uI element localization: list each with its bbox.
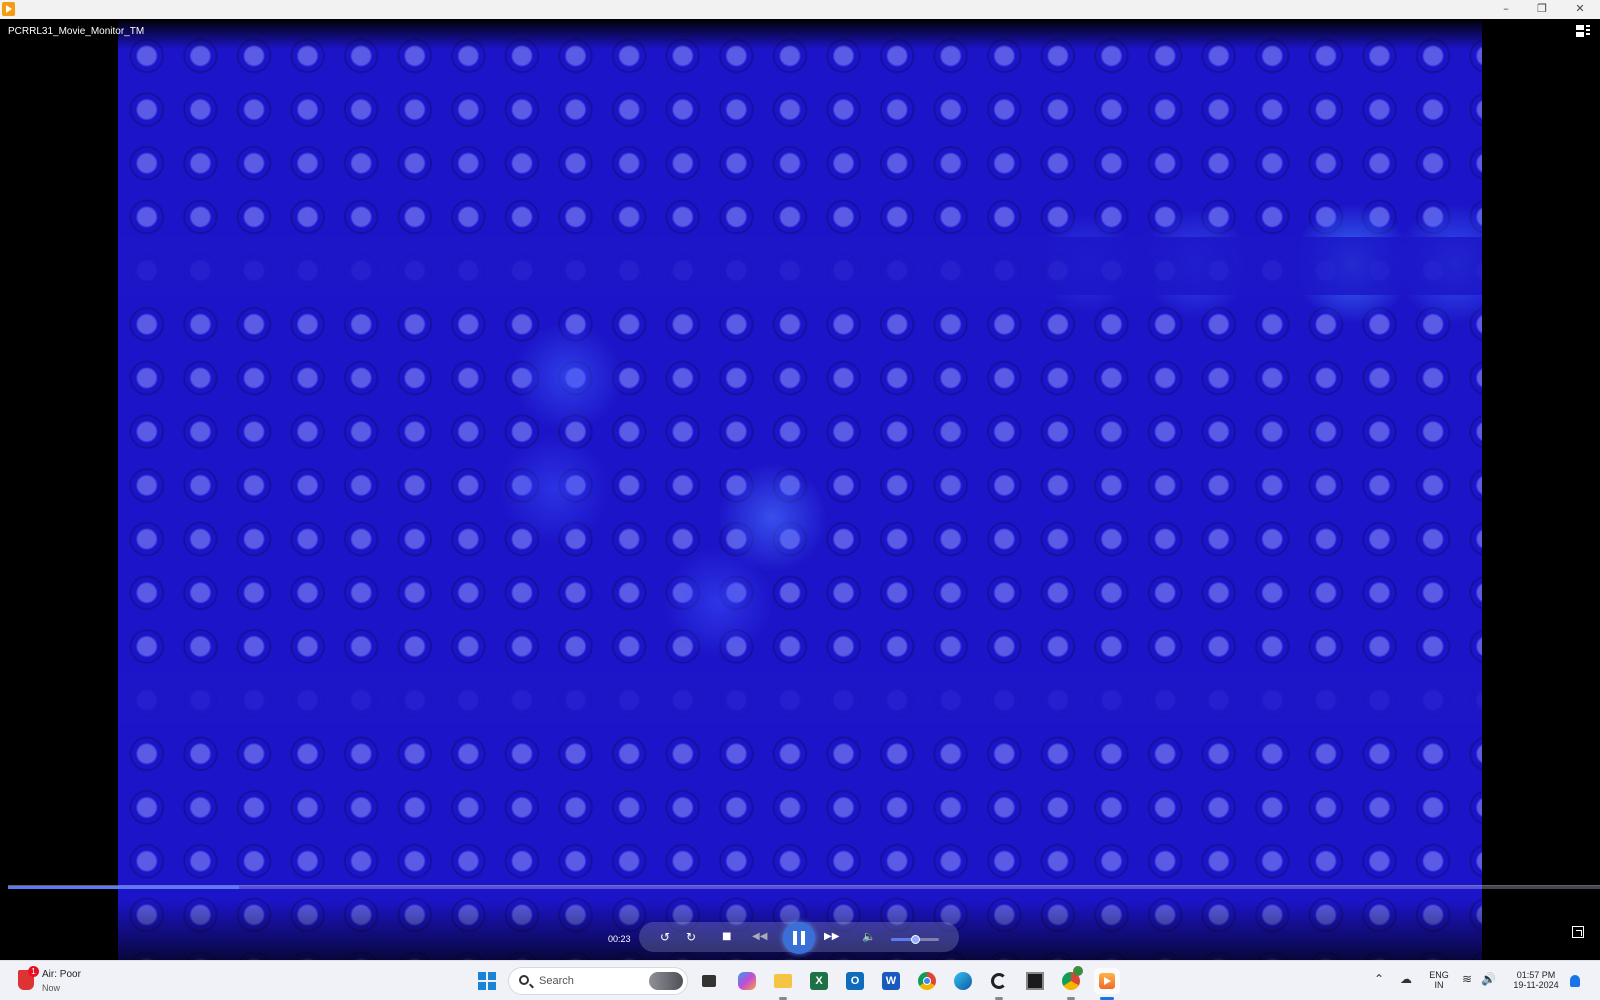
chrome-icon[interactable] bbox=[914, 968, 940, 994]
copilot-icon[interactable] bbox=[734, 968, 760, 994]
media-player-app-icon bbox=[2, 2, 15, 16]
search-icon bbox=[519, 975, 529, 985]
outlook-icon[interactable]: O bbox=[842, 968, 868, 994]
minimize-button[interactable]: – bbox=[1488, 0, 1524, 19]
terminal-icon[interactable] bbox=[1022, 968, 1048, 994]
chevron-up-icon[interactable]: ⌃ bbox=[1374, 972, 1384, 986]
search-placeholder: Search bbox=[539, 975, 574, 987]
speaker-icon[interactable]: 🔊 bbox=[1481, 972, 1496, 986]
video-frame[interactable] bbox=[118, 19, 1482, 960]
current-time: 00:23 bbox=[608, 934, 631, 944]
clock-date: 19-11-2024 bbox=[1513, 980, 1559, 990]
excel-icon[interactable]: X bbox=[806, 968, 832, 994]
seek-bar[interactable] bbox=[8, 885, 1600, 889]
language-indicator[interactable]: ENG IN bbox=[1424, 970, 1454, 990]
skip-back-10-icon[interactable]: ↺ bbox=[660, 930, 670, 944]
media-player-icon[interactable] bbox=[1094, 968, 1120, 1000]
taskbar-search[interactable]: Search bbox=[508, 967, 688, 995]
weather-title[interactable]: Air: Poor bbox=[42, 969, 81, 980]
skip-forward-30-icon[interactable]: ↻ bbox=[686, 930, 696, 944]
previous-track-icon[interactable]: ◀◀ bbox=[752, 931, 767, 942]
close-button[interactable]: ✕ bbox=[1562, 0, 1598, 19]
video-area[interactable]: PCRRL31_Movie_Monitor_TM bbox=[0, 19, 1600, 960]
media-title: PCRRL31_Movie_Monitor_TM bbox=[8, 26, 145, 37]
clock[interactable]: 01:57 PM 19-11-2024 bbox=[1505, 970, 1567, 990]
volume-knob[interactable] bbox=[911, 935, 920, 944]
search-highlight-icon bbox=[649, 972, 683, 990]
taskbar: 1 Air: Poor Now Search X O W ⌃ ☁ ENG IN … bbox=[0, 960, 1600, 1000]
windows-start-icon[interactable] bbox=[478, 972, 496, 990]
clock-time: 01:57 PM bbox=[1516, 970, 1556, 980]
video-top-overlay bbox=[0, 19, 1600, 49]
restore-button[interactable]: ❐ bbox=[1524, 0, 1560, 19]
pause-button[interactable] bbox=[783, 922, 815, 954]
notification-bell-icon[interactable] bbox=[1570, 975, 1580, 987]
weather-badge: 1 bbox=[28, 966, 39, 977]
edge-icon[interactable] bbox=[950, 968, 976, 994]
volume-icon[interactable]: 🔈 bbox=[862, 930, 876, 943]
language-code: ENG bbox=[1429, 970, 1449, 980]
app-icon[interactable] bbox=[986, 968, 1012, 1000]
language-region: IN bbox=[1434, 980, 1444, 990]
onedrive-icon[interactable]: ☁ bbox=[1400, 972, 1412, 986]
file-explorer-icon[interactable] bbox=[770, 968, 796, 1000]
file-manager-icon[interactable] bbox=[696, 968, 722, 994]
word-icon[interactable]: W bbox=[878, 968, 904, 994]
weather-subtitle: Now bbox=[42, 983, 61, 993]
seek-bar-progress bbox=[8, 886, 239, 889]
wifi-icon[interactable]: ≋ bbox=[1462, 972, 1472, 986]
fullscreen-icon[interactable] bbox=[1572, 926, 1584, 938]
stop-icon[interactable]: ■ bbox=[722, 931, 731, 942]
volume-slider[interactable] bbox=[891, 935, 939, 944]
chrome-profile-icon[interactable] bbox=[1058, 966, 1084, 1000]
window-titlebar: – ❐ ✕ bbox=[0, 0, 1600, 19]
playlist-layout-icon[interactable] bbox=[1576, 25, 1590, 37]
next-track-icon[interactable]: ▶▶ bbox=[824, 931, 839, 942]
